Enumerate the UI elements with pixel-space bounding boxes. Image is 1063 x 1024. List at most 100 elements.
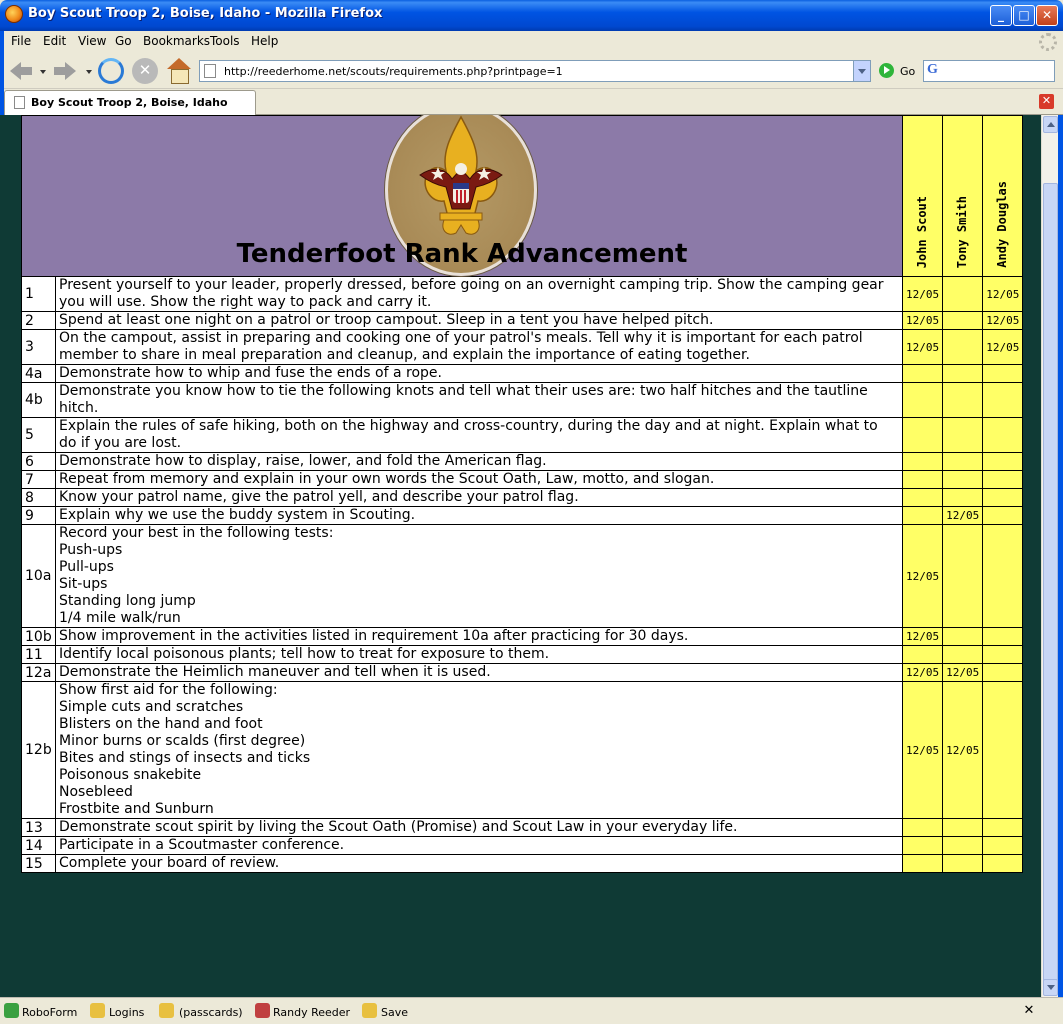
- roboform-button[interactable]: RoboForm: [22, 1006, 77, 1019]
- stop-icon[interactable]: ✕: [132, 58, 158, 84]
- requirement-text: Demonstrate how to whip and fuse the end…: [59, 365, 442, 381]
- menu-tools[interactable]: Tools: [210, 34, 240, 48]
- scout-name: Andy Douglas: [995, 181, 1010, 268]
- reload-icon[interactable]: [98, 58, 124, 84]
- requirement-number: 14: [21, 836, 56, 855]
- completion-date: [942, 452, 984, 471]
- address-bar[interactable]: http://reederhome.net/scouts/requirement…: [199, 60, 871, 82]
- completion-date: 12/05: [982, 276, 1024, 312]
- page-title: Tenderfoot Rank Advancement: [236, 239, 688, 269]
- roboform-icon[interactable]: [4, 1003, 19, 1018]
- table-row: 2 Spend at least one night on a patrol or…: [21, 311, 1024, 330]
- menu-view[interactable]: View: [78, 34, 106, 48]
- back-arrow-icon[interactable]: [8, 58, 34, 84]
- table-row: 12a Demonstrate the Heimlich maneuver and…: [21, 663, 1024, 682]
- passcards-label[interactable]: (passcards): [179, 1006, 243, 1019]
- scroll-down-icon[interactable]: [1043, 979, 1058, 996]
- completion-date: 12/05: [901, 663, 944, 682]
- search-input[interactable]: G: [923, 60, 1055, 82]
- forward-arrow-icon[interactable]: [52, 58, 78, 84]
- requirement-description: Demonstrate the Heimlich maneuver and te…: [55, 663, 903, 682]
- completion-date: 12/05: [901, 276, 944, 312]
- completion-date: [942, 818, 984, 837]
- requirement-text: Show improvement in the activities liste…: [59, 628, 689, 644]
- address-url[interactable]: http://reederhome.net/scouts/requirement…: [224, 65, 563, 78]
- minimize-button[interactable]: _: [990, 5, 1012, 26]
- menu-file[interactable]: File: [11, 34, 31, 48]
- close-tab-icon[interactable]: ✕: [1039, 94, 1054, 109]
- go-icon[interactable]: [879, 63, 894, 78]
- completion-date: [982, 364, 1024, 383]
- requirement-text: Poisonous snakebite: [59, 767, 202, 783]
- completion-date: [901, 452, 944, 471]
- requirement-text: Explain why we use the buddy system in S…: [59, 507, 416, 523]
- menu-bookmarks[interactable]: Bookmarks: [143, 34, 210, 48]
- user-icon[interactable]: [255, 1003, 270, 1018]
- menu-edit[interactable]: Edit: [43, 34, 66, 48]
- completion-date: 12/05: [942, 506, 984, 525]
- completion-date: [982, 452, 1024, 471]
- logins-icon[interactable]: [90, 1003, 105, 1018]
- table-row: 1 Present yourself to your leader, proper…: [21, 276, 1024, 312]
- requirement-number: 6: [21, 452, 56, 471]
- google-search-icon[interactable]: G: [927, 62, 938, 78]
- go-button-label[interactable]: Go: [900, 65, 915, 78]
- home-icon[interactable]: [166, 58, 192, 84]
- completion-date: [982, 854, 1024, 873]
- completion-date: [982, 470, 1024, 489]
- requirement-text: Push-ups: [59, 542, 123, 558]
- requirement-number: 9: [21, 506, 56, 525]
- vertical-scrollbar[interactable]: [1041, 115, 1058, 997]
- completion-date: 12/05: [901, 329, 944, 365]
- requirement-description: Complete your board of review.: [55, 854, 903, 873]
- table-row: 7 Repeat from memory and explain in your …: [21, 470, 1024, 489]
- requirement-number: 4a: [21, 364, 56, 383]
- requirement-text: Standing long jump: [59, 593, 196, 609]
- completion-date: [901, 836, 944, 855]
- completion-date: [982, 663, 1024, 682]
- completion-date: [982, 627, 1024, 646]
- close-button[interactable]: ✕: [1036, 5, 1058, 26]
- table-row: 13 Demonstrate scout spirit by living the…: [21, 818, 1024, 837]
- page-content: Tenderfoot Rank Advancement John Scout T…: [0, 115, 1041, 997]
- scroll-thumb[interactable]: [1043, 183, 1058, 983]
- save-icon[interactable]: [362, 1003, 377, 1018]
- menu-help[interactable]: Help: [251, 34, 278, 48]
- back-history-dropdown-icon[interactable]: [40, 70, 46, 74]
- scout-column-header: John Scout: [901, 115, 944, 277]
- logins-button[interactable]: Logins: [109, 1006, 144, 1019]
- requirement-text: Bites and stings of insects and ticks: [59, 750, 311, 766]
- requirement-description: Demonstrate scout spirit by living the S…: [55, 818, 903, 837]
- address-dropdown-icon[interactable]: [853, 61, 870, 81]
- requirement-description: Explain why we use the buddy system in S…: [55, 506, 903, 525]
- passcards-icon[interactable]: [159, 1003, 174, 1018]
- completion-date: [901, 382, 944, 418]
- window-title: Boy Scout Troop 2, Boise, Idaho - Mozill…: [28, 6, 383, 21]
- close-toolbar-icon[interactable]: ✕: [1022, 1004, 1036, 1018]
- requirements-table: Tenderfoot Rank Advancement John Scout T…: [21, 115, 1024, 873]
- table-row: 4b Demonstrate you know how to tie the fo…: [21, 382, 1024, 418]
- completion-date: [901, 417, 944, 453]
- status-bar: RoboForm Logins (passcards) Randy Reeder…: [0, 997, 1063, 1024]
- scout-name: Tony Smith: [955, 195, 970, 268]
- table-header-row: Tenderfoot Rank Advancement John Scout T…: [21, 115, 1024, 277]
- title-bar: Boy Scout Troop 2, Boise, Idaho - Mozill…: [0, 0, 1063, 31]
- user-button[interactable]: Randy Reeder: [273, 1006, 350, 1019]
- table-row: 6 Demonstrate how to display, raise, lowe…: [21, 452, 1024, 471]
- maximize-button[interactable]: □: [1013, 5, 1035, 26]
- menu-go[interactable]: Go: [115, 34, 132, 48]
- completion-date: [942, 524, 984, 628]
- tab-bar: Boy Scout Troop 2, Boise, Idaho: [0, 89, 1063, 115]
- requirement-text: Know your patrol name, give the patrol y…: [59, 489, 579, 505]
- requirement-text: Participate in a Scoutmaster conference.: [59, 837, 345, 853]
- completion-date: [982, 524, 1024, 628]
- requirement-text: Nosebleed: [59, 784, 133, 800]
- requirement-description: Identify local poisonous plants; tell ho…: [55, 645, 903, 664]
- scroll-up-icon[interactable]: [1043, 116, 1058, 133]
- tab-current[interactable]: Boy Scout Troop 2, Boise, Idaho: [4, 90, 256, 115]
- scout-name: John Scout: [915, 195, 929, 268]
- forward-history-dropdown-icon[interactable]: [86, 70, 92, 74]
- completion-date: [942, 645, 984, 664]
- save-button[interactable]: Save: [381, 1006, 408, 1019]
- completion-date: [982, 645, 1024, 664]
